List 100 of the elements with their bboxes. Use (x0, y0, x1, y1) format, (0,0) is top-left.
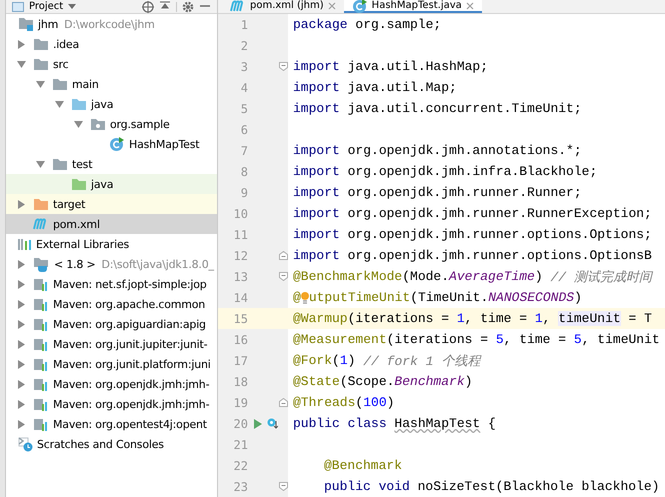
collapsed-arrow-icon[interactable] (17, 280, 26, 288)
keyword-text: import (293, 101, 340, 116)
collapsed-arrow-icon[interactable] (17, 40, 26, 48)
tree-item[interactable]: test (6, 154, 217, 174)
tree-item[interactable]: Maven: org.apiguardian:apig (6, 314, 217, 334)
line-number: 9 (240, 186, 248, 200)
keyword-text: import (293, 206, 340, 221)
code-text: java.util.Map; (346, 80, 457, 95)
tree-item-label: .idea (53, 38, 80, 50)
keyword-text: public void (324, 479, 410, 494)
tree-item-label: Maven: org.opentest4j:opent (53, 418, 207, 430)
editor-tab[interactable]: pom.xml (jhm) (222, 0, 344, 13)
constant-text: NANOSECONDS (488, 290, 574, 305)
expanded-arrow-icon[interactable] (36, 80, 45, 88)
locate-icon[interactable] (142, 0, 154, 12)
keyword-text: package (293, 17, 348, 32)
fold-start-icon[interactable] (279, 272, 288, 281)
line-number: 16 (232, 332, 248, 346)
code-text: ( (355, 395, 364, 410)
path-text: D:\workcode\jhm (64, 18, 155, 30)
settings-icon[interactable] (182, 0, 194, 12)
tree-item[interactable]: java (6, 94, 217, 114)
code-text: (Scope. (340, 374, 394, 389)
package-icon (90, 118, 106, 130)
tree-item[interactable]: java (6, 174, 217, 194)
maven-file-icon (230, 0, 246, 12)
lightbulb-icon[interactable] (300, 290, 309, 304)
editor-tab[interactable]: HashMapTest.java (344, 0, 482, 13)
tree-item-label: java (91, 178, 114, 190)
fold-start-icon[interactable] (279, 482, 288, 491)
tree-item[interactable]: Maven: net.sf.jopt-simple:jop (6, 274, 217, 294)
expanded-arrow-icon[interactable] (17, 60, 26, 68)
collapsed-arrow-icon[interactable] (17, 380, 26, 388)
expanded-arrow-icon[interactable] (36, 160, 45, 168)
collapsed-arrow-icon[interactable] (17, 260, 26, 268)
tree-item[interactable]: External Libraries (6, 234, 217, 254)
tree-item[interactable]: pom.xml (6, 214, 217, 234)
tree-item[interactable]: .idea (6, 34, 217, 54)
expanded-arrow-icon[interactable] (74, 120, 83, 128)
line-number: 23 (232, 480, 248, 494)
line-number: 11 (232, 228, 248, 242)
number-text: 100 (363, 395, 387, 410)
expanded-arrow-icon[interactable] (55, 100, 64, 108)
code-text: org.sample; (354, 17, 442, 32)
collapsed-arrow-icon[interactable] (17, 340, 26, 348)
comment-text: // 测试完成时间 (550, 268, 652, 286)
code-text: org.openjdk.jmh.runner.RunnerException; (346, 206, 652, 221)
panel-title[interactable]: Project (29, 0, 64, 12)
scratches-icon (18, 436, 33, 452)
tree-item-label: Maven: org.openjdk.jmh:jmh- (53, 378, 210, 390)
tree-item[interactable]: Scratches and Consoles (6, 434, 217, 454)
line-number: 2 (240, 38, 248, 52)
tree-item[interactable]: Maven: org.openjdk.jmh:jmh- (6, 374, 217, 394)
caret-icon[interactable] (68, 4, 76, 9)
folder-icon (33, 198, 49, 210)
line-number: 4 (240, 80, 248, 94)
tree-item[interactable]: Maven: org.junit.platform:juni (6, 354, 217, 374)
collapsed-arrow-icon[interactable] (17, 420, 26, 428)
annotation-text: @State (293, 374, 340, 389)
library-icon (33, 318, 49, 330)
line-number: 10 (232, 206, 248, 220)
annotation-text: @BenchmarkMode (293, 269, 402, 284)
tree-item[interactable]: HashMapTest (6, 134, 217, 154)
tree-item-label: Maven: org.junit.platform:juni (53, 358, 211, 370)
keyword-text: import (293, 143, 340, 158)
annotation-text: @Benchmark (324, 458, 402, 473)
tree-item[interactable]: main (6, 74, 217, 94)
tree-item[interactable]: Maven: org.junit.jupiter:junit- (6, 334, 217, 354)
run-icon[interactable] (254, 418, 262, 428)
close-icon[interactable] (328, 2, 336, 10)
collapsed-arrow-icon[interactable] (17, 360, 26, 368)
close-icon[interactable] (466, 2, 474, 10)
tree-item-label: test (72, 158, 92, 170)
tree-item[interactable]: Maven: org.apache.common (6, 294, 217, 314)
fold-end-icon[interactable] (279, 251, 288, 260)
tree-item[interactable]: target (6, 194, 217, 214)
fold-end-icon[interactable] (279, 398, 288, 407)
collapsed-arrow-icon[interactable] (17, 320, 26, 328)
code-text: org.openjdk.jmh.runner.Runner; (346, 185, 582, 200)
code-text: org.openjdk.jmh.runner.options.OptionsB (346, 248, 652, 263)
folder-icon (71, 98, 87, 110)
class-icon (109, 136, 125, 152)
line-number: 15 (232, 312, 248, 326)
implemented-icon[interactable] (267, 418, 278, 429)
tree-item-label: java (91, 98, 114, 110)
tree-item[interactable]: org.sample (6, 114, 217, 134)
collapsed-arrow-icon[interactable] (17, 300, 26, 308)
tree-item[interactable]: src (6, 54, 217, 74)
code-text: , timeUnit (582, 332, 660, 347)
fold-start-icon[interactable] (279, 62, 288, 71)
code-text: java.util.concurrent.TimeUnit; (346, 101, 582, 116)
tree-item[interactable]: Maven: org.opentest4j:opent (6, 414, 217, 434)
module-icon (18, 17, 34, 31)
collapsed-arrow-icon[interactable] (17, 400, 26, 408)
code-text: (Mode. (402, 269, 450, 284)
tree-item[interactable]: < 1.8 > D:\soft\java\jdk1.8.0_ (6, 254, 217, 274)
collapsed-arrow-icon[interactable] (17, 200, 26, 208)
number-text: 1 (534, 311, 543, 326)
tree-item[interactable]: Maven: org.openjdk.jmh:jmh- (6, 394, 217, 414)
tree-item[interactable]: jhm D:\workcode\jhm (6, 14, 217, 34)
